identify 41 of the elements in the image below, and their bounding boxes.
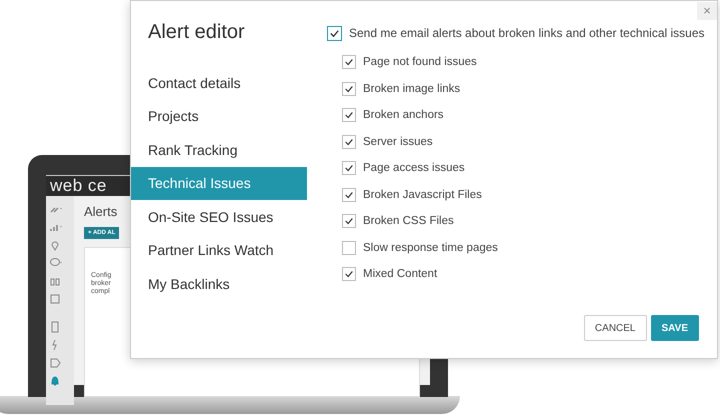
- nav-item[interactable]: My Backlinks: [131, 267, 307, 300]
- checkbox[interactable]: [342, 214, 356, 228]
- checkbox-label: Slow response time pages: [363, 242, 498, 254]
- check-icon: [329, 28, 340, 38]
- page-heading: Alerts: [84, 204, 118, 219]
- checkbox-label: Broken image links: [363, 82, 460, 95]
- chat-bubble-icon[interactable]: [49, 257, 63, 269]
- nav-item[interactable]: Rank Tracking: [131, 133, 307, 166]
- checkbox-label: Server issues: [363, 136, 433, 148]
- checkbox[interactable]: [342, 55, 356, 70]
- checkbox-label: Mixed Content: [363, 268, 438, 280]
- nav-item[interactable]: On-Site SEO Issues: [131, 200, 307, 234]
- checkbox-label: Broken anchors: [363, 109, 444, 122]
- checkbox[interactable]: [342, 188, 356, 202]
- checkbox[interactable]: [342, 161, 356, 176]
- check-icon: [344, 84, 354, 94]
- nav-item[interactable]: Contact details: [131, 66, 307, 100]
- check-icon: [344, 269, 354, 280]
- check-icon: [344, 110, 354, 120]
- checkbox[interactable]: [342, 267, 356, 282]
- checkbox-label: Broken Javascript Files: [363, 188, 482, 201]
- checkbox[interactable]: [342, 240, 356, 255]
- checkbox[interactable]: [342, 108, 356, 122]
- check-icon: [344, 163, 354, 174]
- checkbox[interactable]: [342, 134, 356, 149]
- check-icon: [344, 57, 354, 68]
- check-icon: [344, 216, 354, 226]
- dialog-title: Alert editor: [148, 21, 246, 44]
- checkbox-label: Page not found issues: [363, 56, 477, 68]
- checkbox[interactable]: [327, 26, 342, 40]
- nav-item[interactable]: Partner Links Watch: [131, 234, 307, 267]
- cancel-button[interactable]: CANCEL: [584, 315, 646, 341]
- checkbox-label: Broken CSS Files: [363, 215, 454, 228]
- logo-text: web ce: [50, 176, 107, 196]
- nav-item[interactable]: Projects: [131, 100, 307, 133]
- check-icon: [344, 136, 354, 147]
- checkbox-label: Page access issues: [363, 162, 465, 174]
- checkbox[interactable]: [342, 82, 356, 96]
- tag-icon[interactable]: [49, 357, 63, 369]
- checkbox-label: Send me email alerts about broken links and other technical issues: [349, 26, 705, 40]
- check-icon: [344, 190, 354, 200]
